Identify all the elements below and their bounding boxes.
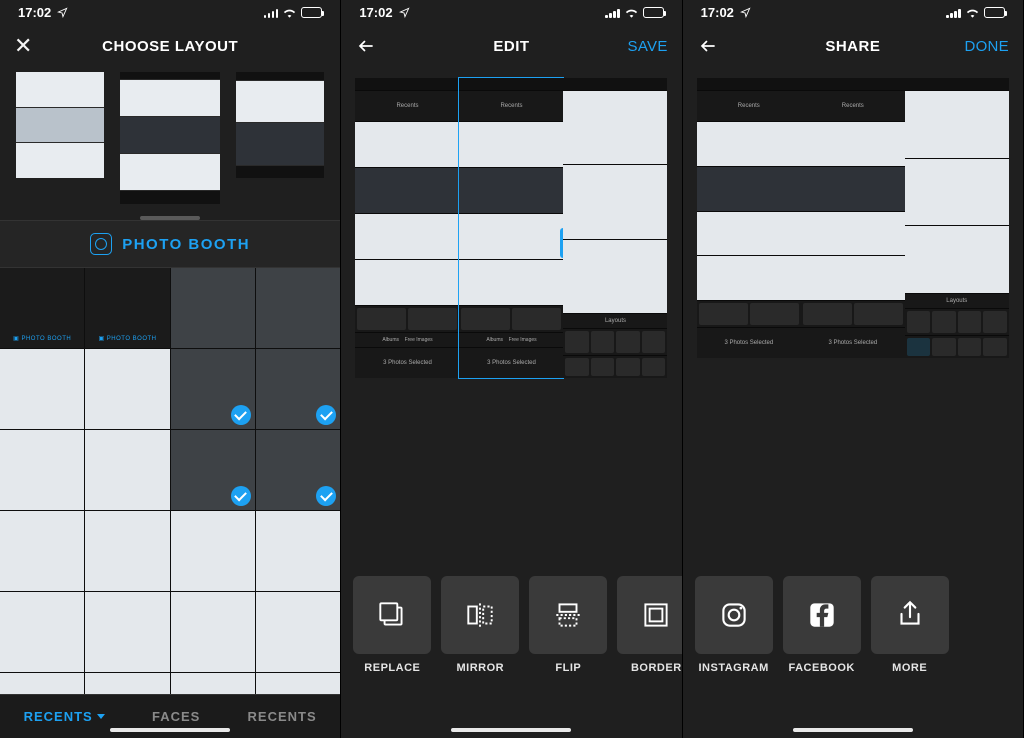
- share-more[interactable]: [871, 576, 949, 654]
- back-icon[interactable]: [697, 37, 719, 55]
- collage-column: Recents 3 Photos Selected: [697, 78, 801, 358]
- photo-cell[interactable]: [0, 349, 84, 429]
- status-bar: 17:02: [683, 0, 1023, 24]
- nav-bar: SHARE DONE: [683, 24, 1023, 68]
- screen-choose-layout: 17:02 ✕ CHOOSE LAYOUT PHOTO BOOTH ▣ PHOT…: [0, 0, 341, 738]
- photo-cell[interactable]: [256, 673, 340, 694]
- page-title: EDIT: [493, 38, 529, 55]
- collage-column[interactable]: Layouts: [563, 78, 667, 378]
- save-button[interactable]: SAVE: [628, 38, 668, 55]
- photo-grid: ▣ PHOTO BOOTH ▣ PHOTO BOOTH: [0, 268, 340, 694]
- status-bar: 17:02: [0, 0, 340, 24]
- status-time: 17:02: [18, 5, 51, 20]
- tab-faces[interactable]: FACES: [152, 709, 200, 724]
- selected-check-icon: [231, 405, 251, 425]
- collage-column: Recents 3 Photos Selected: [801, 78, 905, 358]
- photo-cell[interactable]: [85, 673, 169, 694]
- photo-booth-button[interactable]: PHOTO BOOTH: [0, 220, 340, 268]
- nav-bar: ✕ CHOOSE LAYOUT: [0, 24, 340, 68]
- layout-option[interactable]: [236, 72, 324, 178]
- tool-label: MIRROR: [441, 662, 519, 674]
- home-indicator[interactable]: [110, 728, 230, 732]
- status-bar: 17:02: [341, 0, 681, 24]
- tool-label: INSTAGRAM: [695, 662, 773, 674]
- selected-check-icon: [316, 486, 336, 506]
- cell-signal-icon: [946, 7, 961, 18]
- wifi-icon: [624, 6, 639, 18]
- home-indicator[interactable]: [451, 728, 571, 732]
- tool-label: MORE: [871, 662, 949, 674]
- location-icon: [57, 7, 68, 18]
- photo-cell[interactable]: [85, 592, 169, 672]
- photo-cell[interactable]: [171, 673, 255, 694]
- photo-cell[interactable]: [0, 592, 84, 672]
- tool-mirror[interactable]: [441, 576, 519, 654]
- selected-check-icon: [316, 405, 336, 425]
- wifi-icon: [282, 6, 297, 18]
- layout-previews: [0, 68, 340, 210]
- photo-cell[interactable]: [85, 349, 169, 429]
- photo-cell[interactable]: [171, 511, 255, 591]
- close-icon[interactable]: ✕: [14, 33, 33, 59]
- photo-cell[interactable]: [85, 430, 169, 510]
- photo-cell[interactable]: [0, 511, 84, 591]
- wifi-icon: [965, 6, 980, 18]
- share-tools: INSTAGRAM FACEBOOK MORE: [683, 576, 1023, 674]
- photo-cell[interactable]: [256, 592, 340, 672]
- back-icon[interactable]: [355, 37, 377, 55]
- photo-cell[interactable]: ▣ PHOTO BOOTH: [85, 268, 169, 348]
- photo-cell[interactable]: [171, 592, 255, 672]
- battery-icon: [301, 7, 322, 18]
- layout-option-selected[interactable]: [120, 72, 220, 204]
- photo-cell-selected[interactable]: [171, 430, 255, 510]
- tool-border[interactable]: [617, 576, 682, 654]
- collage-column: Layouts: [905, 78, 1009, 358]
- cell-signal-icon: [605, 7, 620, 18]
- tab-recents[interactable]: RECENTS: [248, 709, 317, 724]
- location-icon: [740, 7, 751, 18]
- photo-cell-selected[interactable]: [171, 349, 255, 429]
- layout-option[interactable]: [16, 72, 104, 178]
- tool-label: FLIP: [529, 662, 607, 674]
- selected-check-icon: [231, 486, 251, 506]
- done-button[interactable]: DONE: [964, 38, 1009, 55]
- photo-cell[interactable]: [0, 430, 84, 510]
- photo-cell[interactable]: [0, 673, 84, 694]
- collage-column[interactable]: Recents Albums Free Images 3 Photos Sele…: [355, 78, 459, 378]
- battery-icon: [984, 7, 1005, 18]
- cell-signal-icon: [264, 7, 279, 18]
- page-title: CHOOSE LAYOUT: [102, 38, 238, 55]
- photo-cell[interactable]: [171, 268, 255, 348]
- edit-tools: REPLACE MIRROR FLIP BORDER: [341, 576, 681, 674]
- photo-booth-label: PHOTO BOOTH: [122, 236, 250, 253]
- tool-label: BORDER: [617, 662, 682, 674]
- photo-cell[interactable]: [256, 511, 340, 591]
- tool-flip[interactable]: [529, 576, 607, 654]
- photo-cell-selected[interactable]: [256, 430, 340, 510]
- location-icon: [399, 7, 410, 18]
- status-time: 17:02: [359, 5, 392, 20]
- page-title: SHARE: [825, 38, 880, 55]
- home-indicator[interactable]: [793, 728, 913, 732]
- screen-share: 17:02 SHARE DONE Recents 3 Photos Select…: [683, 0, 1024, 738]
- tab-recents-active[interactable]: RECENTS: [24, 709, 105, 724]
- status-time: 17:02: [701, 5, 734, 20]
- share-instagram[interactable]: [695, 576, 773, 654]
- battery-icon: [643, 7, 664, 18]
- nav-bar: EDIT SAVE: [341, 24, 681, 68]
- collage-preview: Recents Albums Free Images 3 Photos Sele…: [341, 68, 681, 388]
- tool-replace[interactable]: [353, 576, 431, 654]
- tool-label: REPLACE: [353, 662, 431, 674]
- photo-cell[interactable]: [85, 511, 169, 591]
- photo-cell[interactable]: [256, 268, 340, 348]
- tool-label: FACEBOOK: [783, 662, 861, 674]
- collage-preview: Recents 3 Photos Selected Recents 3 Phot…: [683, 68, 1023, 368]
- share-facebook[interactable]: [783, 576, 861, 654]
- photo-cell[interactable]: ▣ PHOTO BOOTH: [0, 268, 84, 348]
- screen-edit: 17:02 EDIT SAVE Recents Albums Free Imag…: [341, 0, 682, 738]
- photo-cell-selected[interactable]: [256, 349, 340, 429]
- collage-column-selected[interactable]: Recents Albums Free Images 3 Photos Sele…: [459, 78, 563, 378]
- photo-booth-icon: [90, 233, 112, 255]
